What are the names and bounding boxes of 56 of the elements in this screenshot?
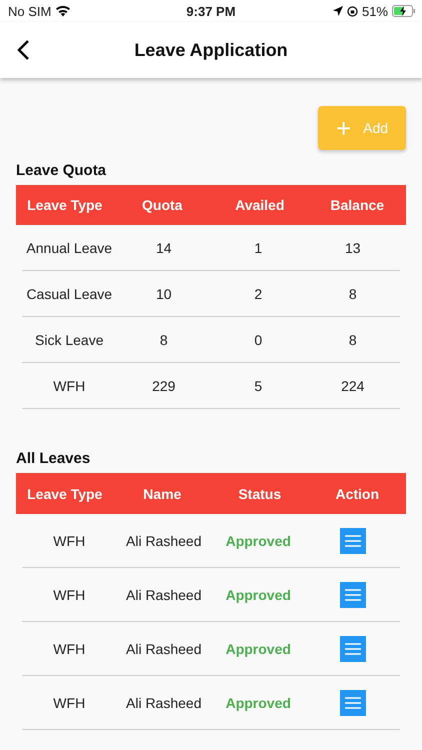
page-title: Leave Application [133,40,289,60]
table-cell-text: 10 [154,286,173,302]
menu-button[interactable] [340,528,366,554]
menu-button[interactable] [340,636,366,662]
table-cell: Ali Rasheed [126,586,202,602]
column-header: Quota [141,197,184,213]
menu-icon [344,642,361,654]
table-cell-text: 8 [348,332,358,348]
menu-icon [344,696,361,708]
status-label: Approved [226,694,291,710]
table-cell-text: 8 [348,286,358,302]
column-header: Action [334,486,380,502]
table-cell-text: 2 [253,286,264,302]
wifi-icon [55,5,72,17]
column-header: Availed [234,197,286,213]
back-icon[interactable] [16,39,30,61]
rotation-lock-icon [346,6,358,16]
table-cell: WFH [53,532,86,548]
menu-button[interactable] [340,690,366,716]
table-cell-text: 13 [344,240,362,256]
menu-button[interactable] [340,582,366,608]
table-cell-text: 1 [253,240,264,256]
clock-time: 9:37 PM [185,4,237,18]
battery-charging-icon [392,5,416,17]
table-cell: WFH [53,694,86,710]
carrier: No SIM [8,4,52,18]
table-cell: WFH [53,586,86,602]
table-cell-text: 229 [151,378,176,394]
table-cell-text: 8 [158,332,169,348]
section-title: All Leaves [16,449,92,469]
column-header: Name [142,486,182,502]
table-cell-text: 14 [154,240,173,256]
table-cell-text: 5 [253,378,264,394]
table-cell-text: Annual Leave [25,240,114,256]
table-cell-text: WFH [52,378,86,394]
table-cell: Ali Rasheed [126,694,202,710]
menu-icon [344,588,361,600]
status-label: Approved [226,586,291,602]
table-cell-text: 0 [253,332,264,348]
status-label: Approved [226,640,291,656]
column-header: Status [237,486,282,502]
table-cell-text: Casual Leave [25,286,114,302]
column-header: Leave Type [26,486,104,502]
section-title: Leave Quota [16,161,108,181]
menu-icon [344,534,361,546]
battery-percent: 51% [362,4,388,18]
location-arrow-icon [332,6,343,16]
table-cell: WFH [53,640,86,656]
table-cell: Ali Rasheed [126,532,202,548]
table-cell-text: 224 [340,378,366,394]
status-label: Approved [226,532,291,548]
column-header: Balance [329,197,386,213]
table-cell-text: Sick Leave [34,332,104,348]
add-button[interactable]: + Add [318,106,406,150]
column-header: Leave Type [26,197,104,213]
table-cell: Ali Rasheed [126,640,202,656]
